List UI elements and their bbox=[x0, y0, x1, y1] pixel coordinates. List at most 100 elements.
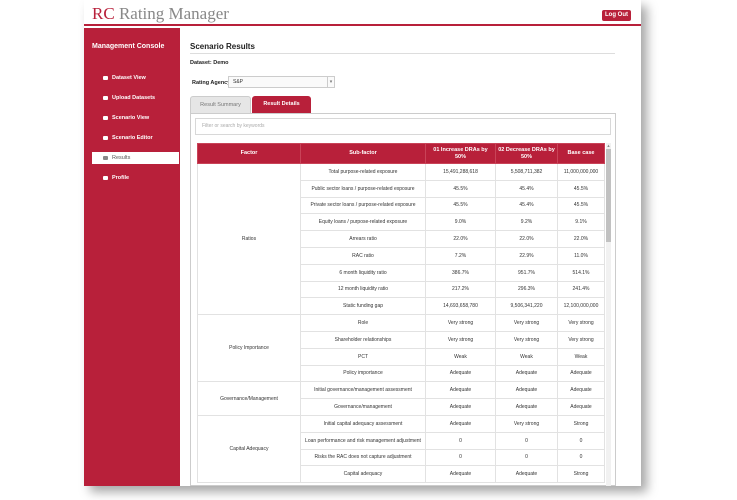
value-cell: Adequate bbox=[557, 364, 605, 383]
subfactor-cell: Public sector loans / purpose-related ex… bbox=[300, 179, 426, 198]
results-table-container: Factor Sub-factor 01 Increase DRAs by 50% 0… bbox=[197, 143, 611, 486]
value-cell: 14,693,658,780 bbox=[425, 297, 496, 316]
value-cell: 0 bbox=[557, 448, 605, 467]
eye-icon bbox=[103, 116, 108, 120]
value-cell: 22.0% bbox=[557, 230, 605, 248]
sidebar-item-profile[interactable]: Profile bbox=[92, 172, 179, 184]
edit-icon bbox=[103, 136, 108, 140]
table-icon bbox=[103, 76, 108, 80]
value-cell: 296.3% bbox=[495, 280, 558, 299]
sidebar-item-label: Profile bbox=[112, 175, 130, 181]
subfactor-cell: Equity loans / purpose-related exposure bbox=[300, 213, 426, 232]
factor-cell: Ratios bbox=[197, 162, 301, 316]
value-cell: 45.5% bbox=[557, 179, 605, 198]
column-header[interactable]: Sub-factor bbox=[300, 143, 426, 164]
scroll-up-icon[interactable]: ▲ bbox=[606, 143, 611, 148]
value-cell: 22.0% bbox=[425, 230, 496, 248]
value-cell: 45.4% bbox=[495, 196, 558, 215]
column-header[interactable]: 01 Increase DRAs by 50% bbox=[425, 143, 496, 164]
table-row: Policy Importance Role Very strong Very str… bbox=[197, 314, 605, 383]
value-cell: 217.2% bbox=[425, 280, 496, 299]
rating-agency-select[interactable]: S&P ▾ bbox=[228, 76, 335, 88]
sidebar-item-dataset-view[interactable]: Dataset View bbox=[92, 72, 179, 84]
value-cell: Very strong bbox=[425, 314, 496, 332]
value-cell: Adequate bbox=[425, 398, 496, 416]
sidebar-item-scenario-editor[interactable]: Scenario Editor bbox=[92, 132, 179, 144]
value-cell: Adequate bbox=[495, 398, 558, 416]
value-cell: 951.7% bbox=[495, 263, 558, 282]
upload-icon bbox=[103, 96, 108, 100]
value-cell: 0 bbox=[557, 431, 605, 450]
column-header[interactable]: Factor bbox=[197, 143, 301, 164]
subfactor-cell: Private sector loans / purpose-related e… bbox=[300, 196, 426, 215]
value-cell: Adequate bbox=[495, 381, 558, 400]
value-cell: 0 bbox=[495, 431, 558, 450]
logout-button[interactable]: Log Out bbox=[602, 10, 631, 21]
tab-result-details[interactable]: Result Details bbox=[252, 96, 311, 113]
value-cell: Weak bbox=[425, 347, 496, 366]
top-bar: RC Rating Manager Log Out bbox=[84, 0, 641, 26]
value-cell: 5,508,711,382 bbox=[495, 163, 558, 181]
value-cell: Adequate bbox=[425, 381, 496, 400]
brand-logo[interactable]: RC Rating Manager bbox=[92, 4, 229, 24]
chevron-down-icon[interactable]: ▾ bbox=[327, 77, 334, 87]
table-row: Ratios Total purpose-related exposure 15,4… bbox=[197, 162, 605, 316]
value-cell: Adequate bbox=[495, 364, 558, 383]
column-header[interactable]: 02 Decrease DRAs by 50% bbox=[495, 143, 558, 164]
subfactor-cell: Governance/management bbox=[300, 398, 426, 416]
column-header[interactable]: Base case bbox=[557, 143, 605, 164]
scrollbar-thumb[interactable] bbox=[606, 149, 611, 242]
subfactor-cell: RAC ratio bbox=[300, 246, 426, 265]
value-cell: 7.2% bbox=[425, 246, 496, 265]
subfactor-cell: Static funding gap bbox=[300, 297, 426, 316]
value-cell: 514.1% bbox=[557, 263, 605, 282]
value-cell: Very strong bbox=[425, 330, 496, 349]
filter-input[interactable]: Filter or search by keywords bbox=[195, 118, 611, 135]
value-cell: Adequate bbox=[495, 465, 558, 484]
value-cell: Very strong bbox=[495, 414, 558, 433]
value-cell: 12,100,000,000 bbox=[557, 297, 605, 316]
subfactor-cell: Capital adequacy bbox=[300, 465, 426, 484]
value-cell: 11,000,000,000 bbox=[557, 163, 605, 181]
value-cell: 9,506,341,220 bbox=[495, 297, 558, 316]
value-cell: 45.5% bbox=[425, 196, 496, 215]
scrollbar[interactable]: ▲ bbox=[606, 143, 611, 486]
value-cell: 45.4% bbox=[495, 179, 558, 198]
main-content: Scenario Results Dataset: Demo Rating Ag… bbox=[180, 28, 641, 486]
brand-name: Rating Manager bbox=[118, 4, 229, 23]
results-table: Factor Sub-factor 01 Increase DRAs by 50% 0… bbox=[197, 143, 605, 484]
value-cell: 45.5% bbox=[557, 196, 605, 215]
sidebar-item-scenario-view[interactable]: Scenario View bbox=[92, 112, 179, 124]
value-cell: 22.0% bbox=[495, 230, 558, 248]
results-panel: Filter or search by keywords Factor Sub-f… bbox=[190, 113, 616, 486]
sidebar-title: Management Console bbox=[92, 43, 165, 50]
factor-cell: Policy Importance bbox=[197, 314, 301, 383]
sidebar-item-upload-datasets[interactable]: Upload Datasets bbox=[92, 92, 179, 104]
value-cell: 45.5% bbox=[425, 179, 496, 198]
subfactor-cell: Total purpose-related exposure bbox=[300, 163, 426, 181]
sidebar-item-label: Results bbox=[112, 155, 131, 161]
value-cell: Very strong bbox=[557, 314, 605, 332]
rating-agency-value: S&P bbox=[233, 79, 244, 85]
value-cell: 0 bbox=[425, 431, 496, 450]
page-title: Scenario Results bbox=[190, 42, 255, 51]
value-cell: Adequate bbox=[425, 465, 496, 484]
dataset-label: Dataset: Demo bbox=[190, 60, 229, 66]
sidebar-item-results[interactable]: Results bbox=[92, 152, 179, 164]
factor-cell: Capital Adequacy bbox=[197, 414, 301, 484]
value-cell: Weak bbox=[557, 347, 605, 366]
subfactor-cell: Shareholder relationships bbox=[300, 330, 426, 349]
sidebar-item-label: Scenario View bbox=[112, 115, 150, 121]
subfactor-cell: PCT bbox=[300, 347, 426, 366]
value-cell: 241.4% bbox=[557, 280, 605, 299]
value-cell: Adequate bbox=[425, 414, 496, 433]
subfactor-cell: 6 month liquidity ratio bbox=[300, 263, 426, 282]
table-row: Capital Adequacy Initial capital adequacy… bbox=[197, 414, 605, 484]
value-cell: 22.9% bbox=[495, 246, 558, 265]
list-icon bbox=[103, 156, 108, 160]
tab-result-summary[interactable]: Result Summary bbox=[190, 96, 251, 113]
value-cell: Very strong bbox=[495, 330, 558, 349]
value-cell: 11.0% bbox=[557, 246, 605, 265]
value-cell: Very strong bbox=[557, 330, 605, 349]
rating-agency-label: Rating Agency bbox=[192, 80, 231, 86]
